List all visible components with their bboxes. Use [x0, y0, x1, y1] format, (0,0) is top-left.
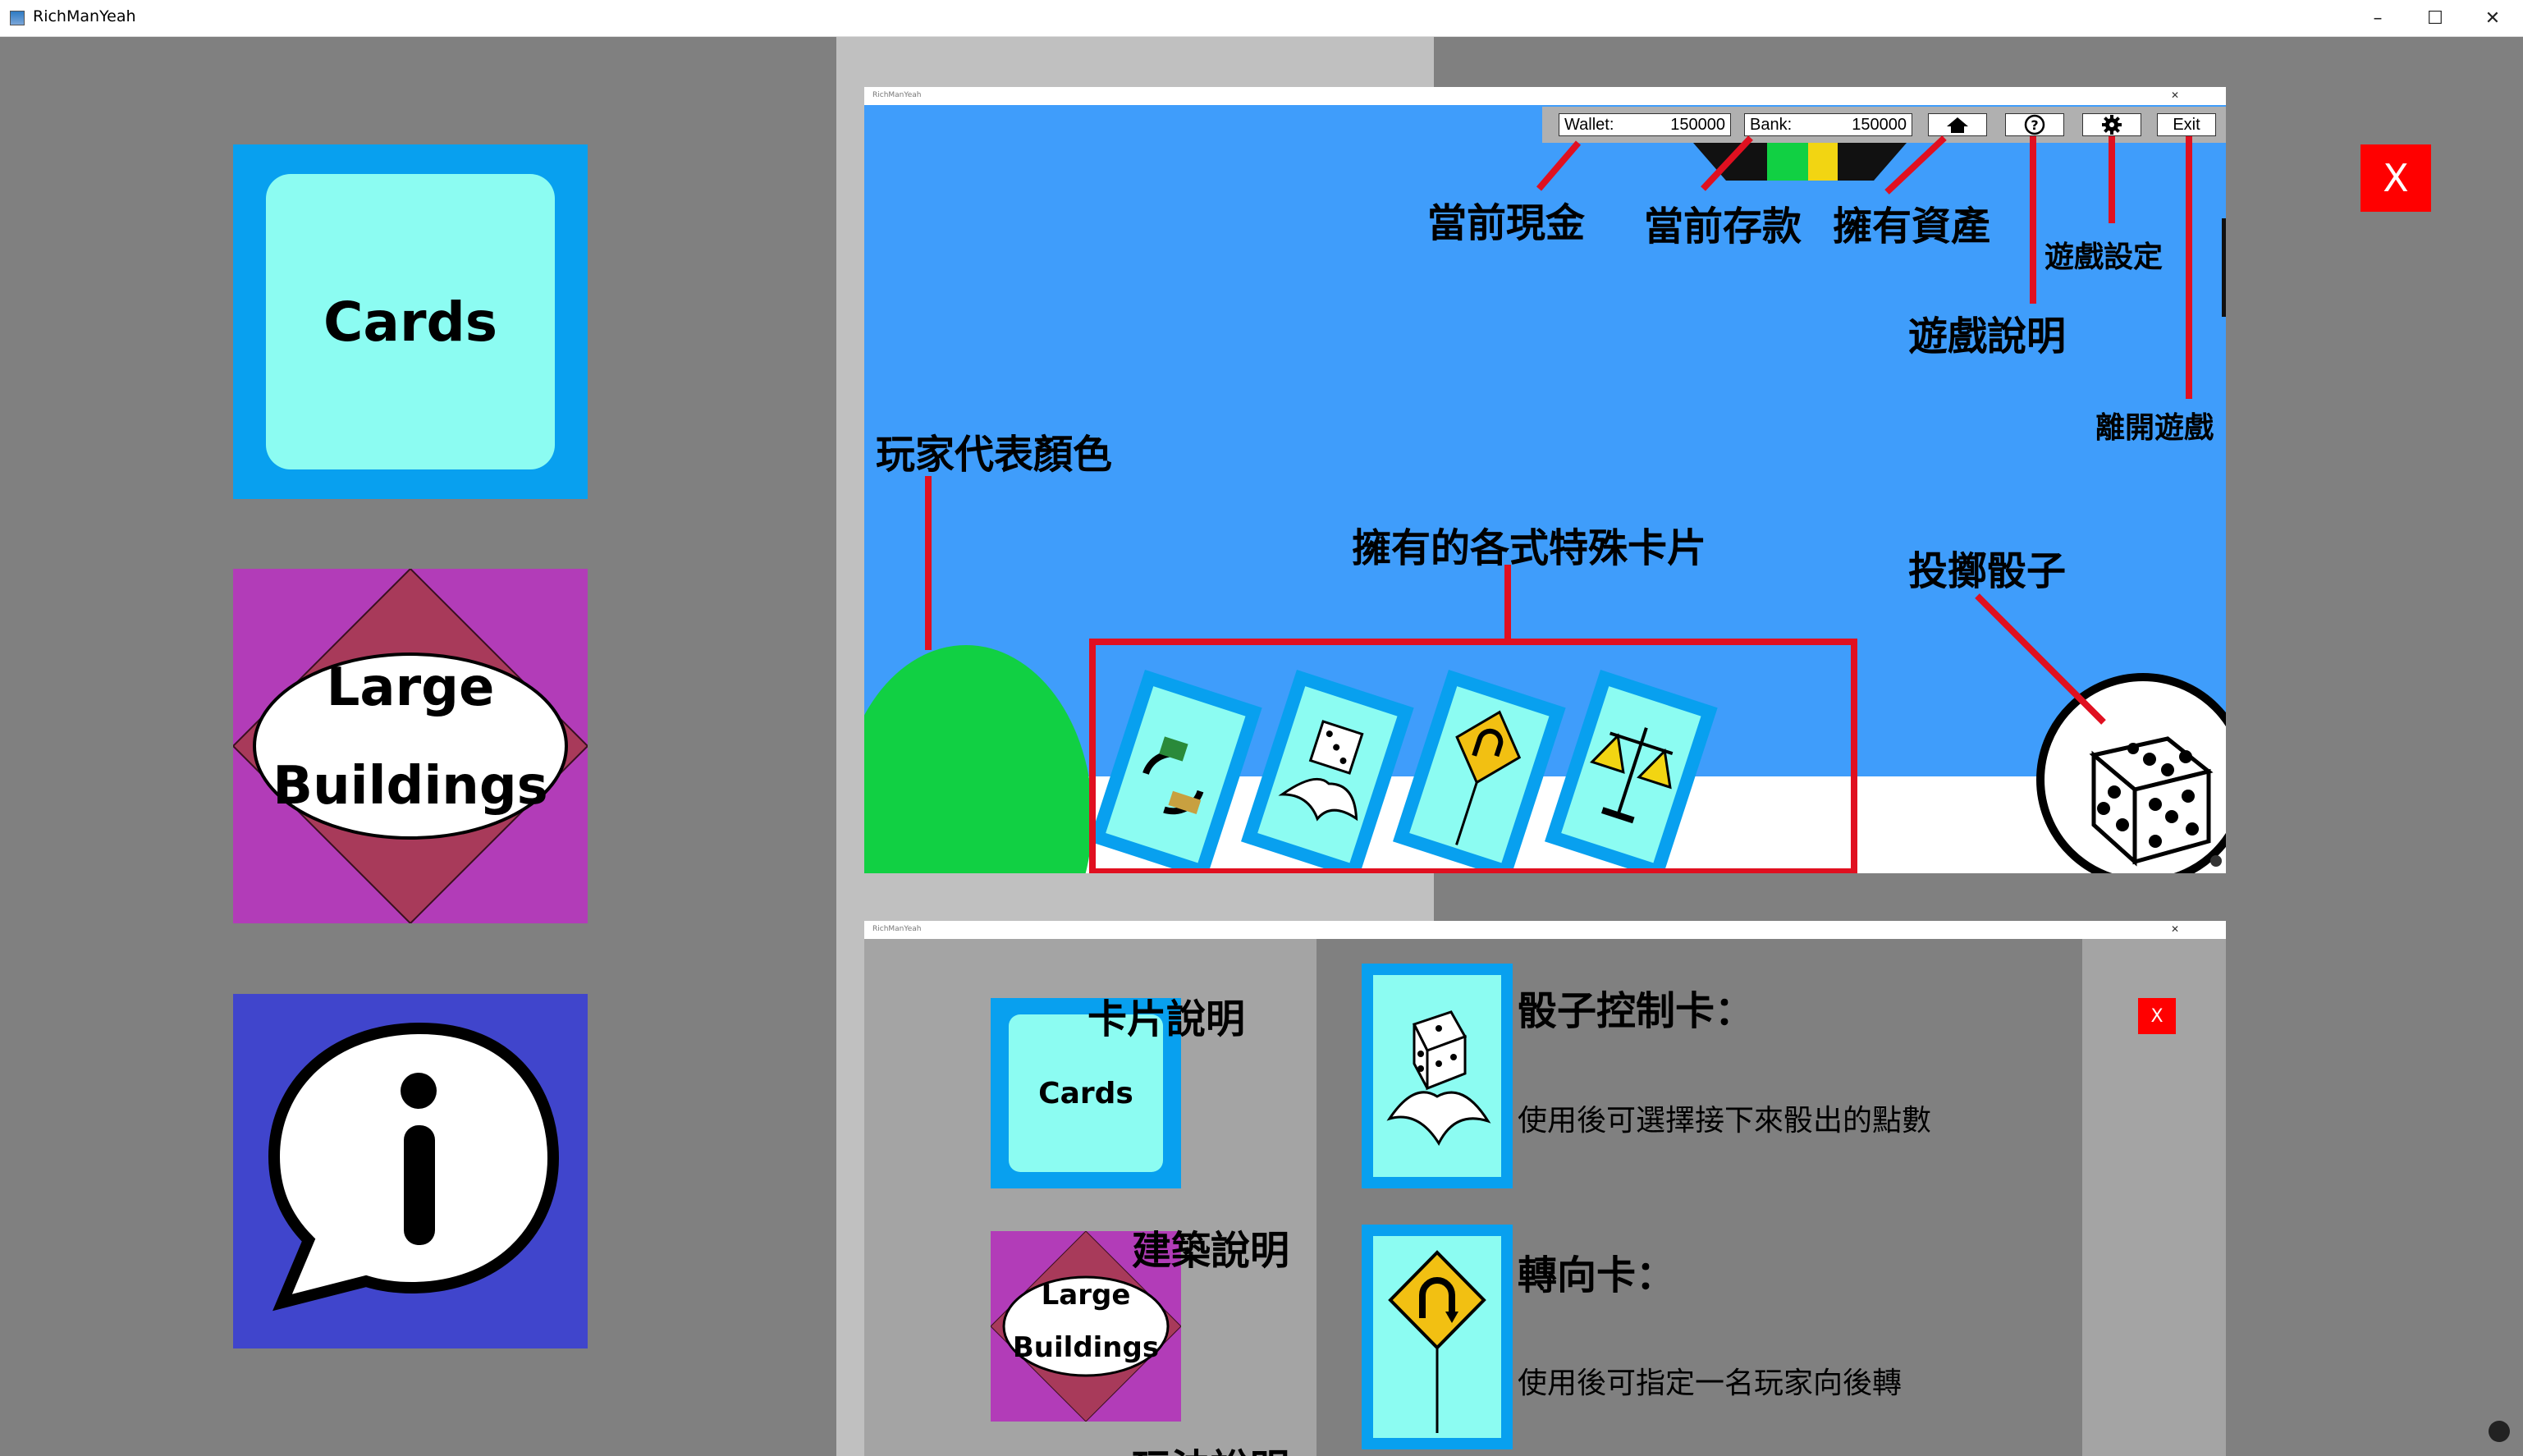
close-help-button[interactable]: X [2360, 144, 2431, 212]
preview2-title: RichManYeah [872, 925, 922, 933]
annotation-dice: 投擲骰子 [1908, 548, 2067, 594]
close-window-button[interactable]: ✕ [2464, 0, 2521, 36]
preview2-titlebar: RichManYeah ✕ [864, 921, 2226, 939]
annotation-cash: 當前現金 [1427, 200, 1586, 246]
help-close-button[interactable]: X [2138, 998, 2176, 1034]
window-titlebar: RichManYeah – ☐ ✕ [0, 0, 2523, 37]
buildings-menu-label-2: Buildings [272, 756, 548, 817]
maximize-button[interactable]: ☐ [2406, 0, 2464, 36]
app-icon [10, 11, 25, 25]
annotation-deposit: 當前存款 [1644, 204, 1802, 250]
u-turn-card-desc: 使用後可指定一名玩家向後轉 [1518, 1367, 1903, 1400]
dice-card-inner [1373, 975, 1501, 1177]
annotation-cards: 擁有的各式特殊卡片 [1352, 525, 1707, 571]
edge-marker [2222, 218, 2226, 317]
u-turn-card-inner [1373, 1236, 1501, 1438]
annotation-player-color: 玩家代表顏色 [876, 432, 1113, 478]
corner-indicator [2489, 1421, 2510, 1442]
diamond-shape [233, 569, 588, 923]
game-screen-preview: RichManYeah ✕ Wallet: 150000 Bank: 15000… [864, 87, 2226, 873]
card-help-preview: RichManYeah ✕ Cards 卡片說明 Large Buildings… [864, 921, 2226, 1456]
annotation-help: 遊戲說明 [1908, 314, 2067, 359]
cards-menu-label: Cards [323, 290, 498, 354]
cards-menu-button[interactable]: Cards [233, 144, 588, 499]
help-buildings-heading: 建築說明 [1132, 1228, 1290, 1274]
u-turn-card-name: 轉向卡： [1518, 1252, 1676, 1298]
help-cards-label: Cards [1038, 1076, 1133, 1110]
help-cards-heading: 卡片說明 [1088, 996, 1246, 1042]
info-speech-bubble-icon [268, 1022, 560, 1312]
buildings-menu-label-1: Large [326, 657, 495, 718]
help-buildings-label-2: Buildings [1012, 1331, 1160, 1364]
annotation-assets: 擁有資產 [1833, 204, 1991, 250]
preview2-close-icon: ✕ [2171, 923, 2180, 935]
dice-control-card-name: 骰子控制卡： [1518, 988, 1755, 1034]
info-menu-button[interactable] [233, 994, 588, 1348]
annotation-leave: 離開遊戲 [2095, 411, 2214, 445]
cards-menu-inner: Cards [266, 174, 555, 469]
annotation-settings: 遊戲設定 [2044, 240, 2164, 274]
dice-control-card-image [1362, 964, 1513, 1188]
minimize-button[interactable]: – [2349, 0, 2406, 36]
help-rules-heading: 玩法說明 [1132, 1436, 1289, 1456]
dice-hand-icon [1386, 1010, 1491, 1147]
buildings-menu-button[interactable]: Large Buildings [233, 569, 588, 923]
u-turn-card-image [1362, 1225, 1513, 1449]
help-buildings-label-1: Large [1041, 1279, 1131, 1312]
window-title: RichManYeah [33, 7, 136, 25]
u-turn-sign-icon [1388, 1250, 1486, 1433]
dice-control-card-desc: 使用後可選擇接下來骰出的點數 [1518, 1104, 1932, 1138]
